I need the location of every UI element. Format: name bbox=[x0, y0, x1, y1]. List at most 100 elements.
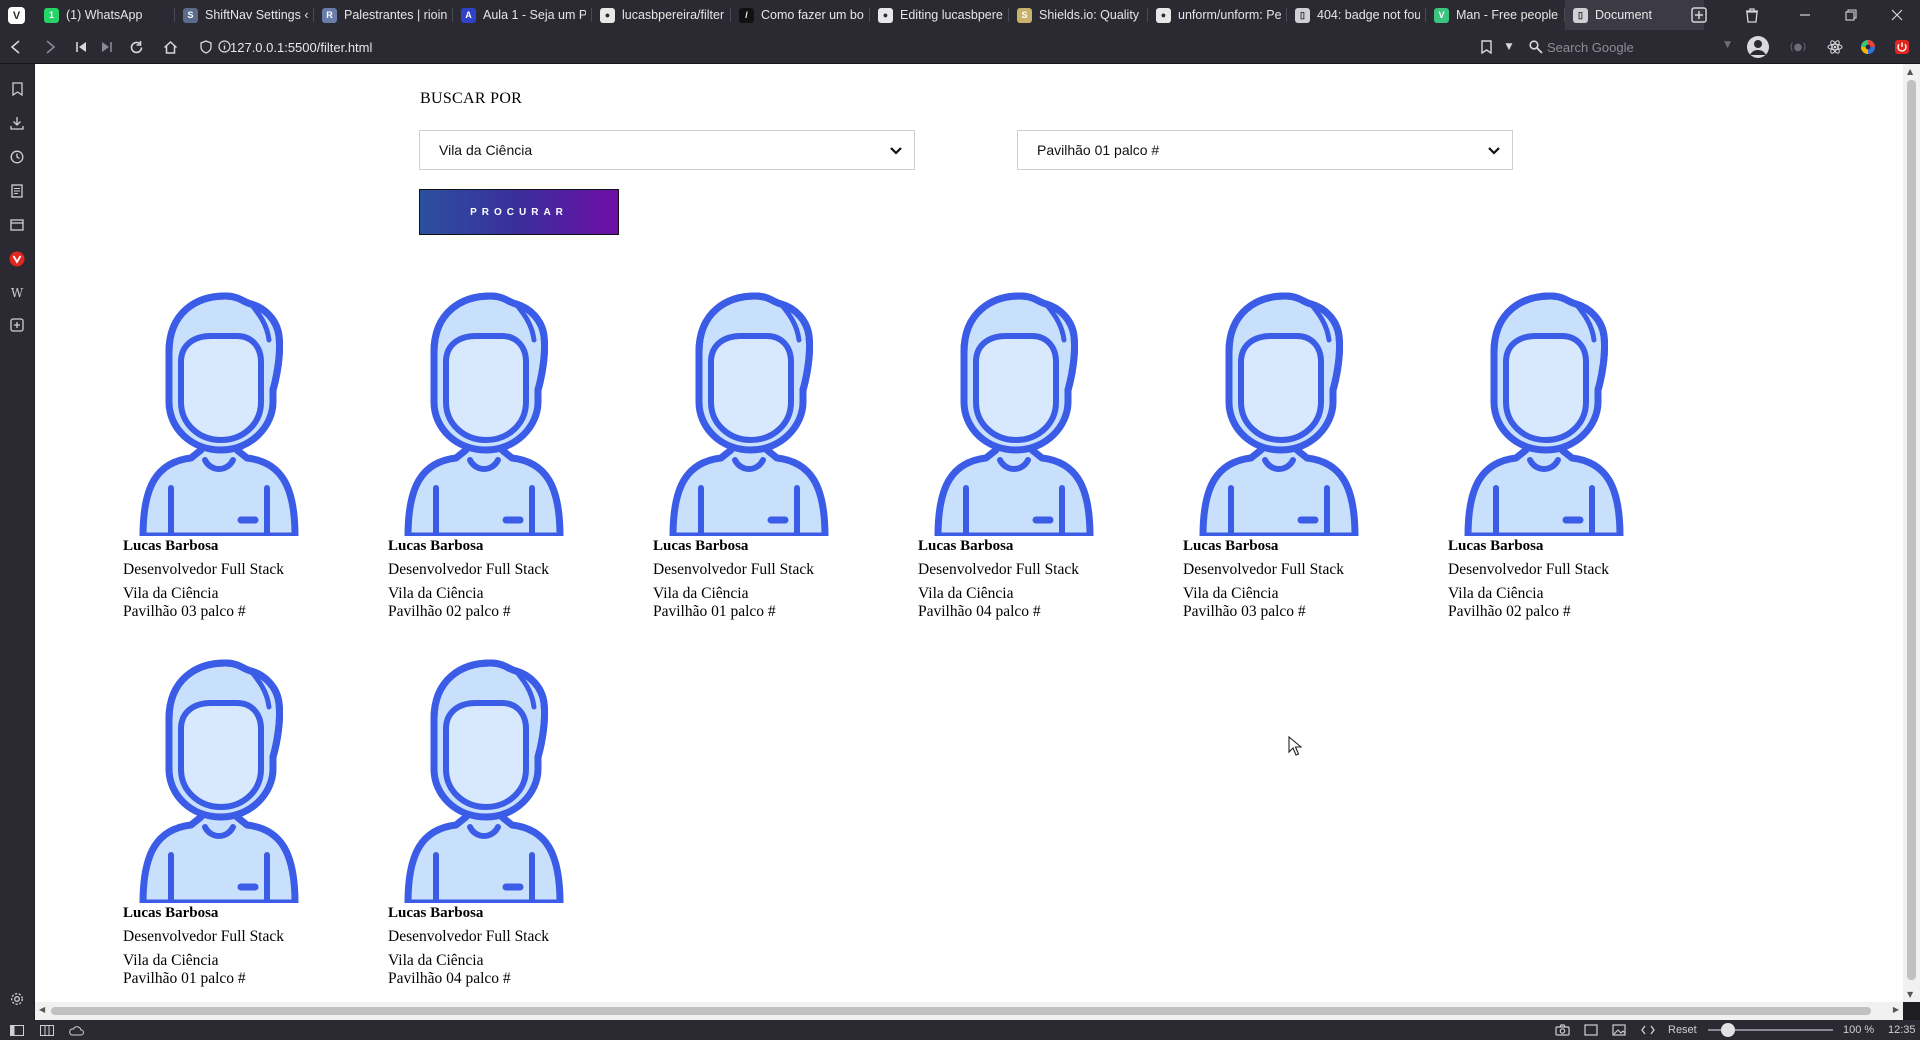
forward-icon[interactable] bbox=[38, 35, 62, 59]
downloads-panel-icon[interactable] bbox=[8, 114, 26, 132]
vertical-scrollbar-thumb[interactable] bbox=[1907, 80, 1916, 980]
trash-icon[interactable] bbox=[1722, 0, 1782, 30]
side-panel: W bbox=[0, 64, 34, 1020]
wikipedia-panel-icon[interactable]: W bbox=[8, 284, 26, 302]
search-button[interactable]: PROCURAR bbox=[419, 189, 619, 235]
bookmark-dropdown-icon[interactable]: ▼ bbox=[1497, 35, 1521, 59]
stage-select[interactable]: Pavilhão 01 palco # bbox=[1017, 130, 1513, 170]
search-input[interactable] bbox=[1547, 39, 1717, 55]
url-field[interactable]: 127.0.0.1:5500/filter.html bbox=[200, 34, 1500, 60]
vertical-scrollbar[interactable]: ▲ ▼ bbox=[1903, 64, 1920, 1002]
notes-panel-icon[interactable] bbox=[8, 182, 26, 200]
restore-icon[interactable] bbox=[1828, 0, 1874, 30]
tab-label: Aula 1 - Seja um Pr bbox=[483, 8, 586, 22]
browser-menu-icon[interactable]: V bbox=[8, 7, 25, 24]
tab[interactable]: ● Editing lucasbperei bbox=[870, 0, 1009, 30]
reload-icon[interactable] bbox=[124, 35, 148, 59]
window-controls bbox=[1676, 0, 1920, 30]
tab[interactable]: V Man - Free people bbox=[1426, 0, 1565, 30]
rewind-icon[interactable] bbox=[69, 35, 93, 59]
extension-react-icon[interactable] bbox=[1823, 35, 1847, 59]
page-viewport: BUSCAR POR Vila da Ciência Pavilhão 01 p… bbox=[35, 64, 1903, 1002]
tab[interactable]: 1 (1) WhatsApp bbox=[36, 0, 175, 30]
tab-label: ShiftNav Settings ‹ bbox=[205, 8, 308, 22]
zoom-slider-handle[interactable] bbox=[1721, 1023, 1735, 1037]
shields-icon: S bbox=[1017, 7, 1032, 23]
profile-avatar-icon[interactable] bbox=[1745, 34, 1771, 60]
shield-icon[interactable] bbox=[200, 40, 212, 54]
window-size-icon[interactable] bbox=[1584, 1023, 1598, 1037]
tab[interactable]: ▯ 404: badge not fou bbox=[1287, 0, 1426, 30]
speaker-role: Desenvolvedor Full Stack bbox=[1183, 561, 1345, 578]
whatsapp-icon: 1 bbox=[44, 7, 59, 23]
code-icon[interactable] bbox=[1641, 1023, 1655, 1037]
bookmarks-panel-icon[interactable] bbox=[8, 80, 26, 98]
speaker-stage: Pavilhão 04 palco # bbox=[388, 970, 511, 987]
tab[interactable]: ● lucasbpereira/filter bbox=[592, 0, 731, 30]
new-tab-icon[interactable] bbox=[1676, 0, 1722, 30]
speaker-card: Lucas Barbosa Desenvolvedor Full Stack V… bbox=[1448, 290, 1678, 621]
speaker-venue: Vila da Ciência bbox=[1448, 585, 1544, 602]
extension-reader-icon[interactable]: (●) bbox=[1786, 35, 1810, 59]
speaker-name: Lucas Barbosa bbox=[1183, 538, 1279, 554]
tab[interactable]: S Shields.io: Quality bbox=[1009, 0, 1148, 30]
dev-icon: / bbox=[739, 7, 754, 23]
search-engine-box[interactable]: ▼ bbox=[1525, 35, 1735, 59]
fast-forward-icon[interactable] bbox=[95, 35, 119, 59]
history-panel-icon[interactable] bbox=[8, 148, 26, 166]
speaker-venue: Vila da Ciência bbox=[1183, 585, 1279, 602]
speaker-role: Desenvolvedor Full Stack bbox=[653, 561, 815, 578]
search-dropdown-icon[interactable]: ▼ bbox=[1724, 40, 1731, 50]
speaker-name: Lucas Barbosa bbox=[918, 538, 1014, 554]
github-icon: ● bbox=[878, 7, 893, 23]
tab[interactable]: A Aula 1 - Seja um Pr bbox=[453, 0, 592, 30]
speaker-venue: Vila da Ciência bbox=[123, 952, 219, 969]
vivaldi-panel-icon[interactable] bbox=[8, 250, 26, 268]
image-toggle-icon[interactable] bbox=[1612, 1023, 1626, 1037]
tab[interactable]: / Como fazer um bo bbox=[731, 0, 870, 30]
camera-icon[interactable] bbox=[1555, 1023, 1570, 1037]
tab[interactable]: S ShiftNav Settings ‹ bbox=[175, 0, 314, 30]
window-panel-icon[interactable] bbox=[8, 216, 26, 234]
tab-label: Como fazer um bo bbox=[761, 8, 864, 22]
speaker-name: Lucas Barbosa bbox=[388, 538, 484, 554]
horizontal-scrollbar[interactable]: ◀ ▶ bbox=[35, 1002, 1903, 1020]
add-panel-icon[interactable] bbox=[8, 316, 26, 334]
scroll-up-icon[interactable]: ▲ bbox=[1907, 67, 1913, 76]
panel-toggle-icon[interactable] bbox=[10, 1023, 24, 1037]
rioinfo-icon: R bbox=[322, 7, 337, 23]
extension-power-icon[interactable] bbox=[1890, 35, 1914, 59]
tab[interactable]: ● unform/unform: Pe bbox=[1148, 0, 1287, 30]
venue-select[interactable]: Vila da Ciência bbox=[419, 130, 915, 170]
home-icon[interactable] bbox=[158, 35, 182, 59]
speaker-card: Lucas Barbosa Desenvolvedor Full Stack V… bbox=[388, 290, 618, 621]
speaker-avatar-icon bbox=[934, 292, 1094, 536]
bookmark-icon[interactable] bbox=[1474, 35, 1498, 59]
minimize-icon[interactable] bbox=[1782, 0, 1828, 30]
scroll-right-icon[interactable]: ▶ bbox=[1893, 1005, 1899, 1014]
speaker-card: Lucas Barbosa Desenvolvedor Full Stack V… bbox=[123, 657, 353, 988]
speaker-stage: Pavilhão 01 palco # bbox=[123, 970, 246, 987]
horizontal-scrollbar-thumb[interactable] bbox=[51, 1007, 1871, 1015]
speaker-venue: Vila da Ciência bbox=[123, 585, 219, 602]
speaker-avatar-icon bbox=[404, 659, 564, 903]
scroll-left-icon[interactable]: ◀ bbox=[39, 1005, 45, 1014]
tiling-icon[interactable] bbox=[40, 1023, 54, 1037]
back-icon[interactable] bbox=[4, 35, 28, 59]
close-icon[interactable] bbox=[1874, 0, 1920, 30]
zoom-level: 100 % bbox=[1843, 1024, 1875, 1036]
speaker-name: Lucas Barbosa bbox=[388, 905, 484, 921]
tab[interactable]: R Palestrantes | rioinn bbox=[314, 0, 453, 30]
info-icon[interactable] bbox=[218, 40, 231, 53]
tab-label: unform/unform: Pe bbox=[1178, 8, 1281, 22]
speaker-role: Desenvolvedor Full Stack bbox=[123, 928, 285, 945]
scroll-down-icon[interactable]: ▼ bbox=[1907, 990, 1913, 999]
sync-cloud-icon[interactable] bbox=[68, 1023, 84, 1037]
shiftnav-icon: S bbox=[183, 7, 198, 23]
zoom-reset-button[interactable]: Reset bbox=[1668, 1023, 1697, 1037]
search-icon bbox=[1529, 40, 1543, 54]
tab-label: Editing lucasbperei bbox=[900, 8, 1003, 22]
settings-gear-icon[interactable] bbox=[8, 990, 26, 1008]
extension-color-icon[interactable] bbox=[1856, 35, 1880, 59]
speaker-stage: Pavilhão 02 palco # bbox=[1448, 603, 1571, 620]
